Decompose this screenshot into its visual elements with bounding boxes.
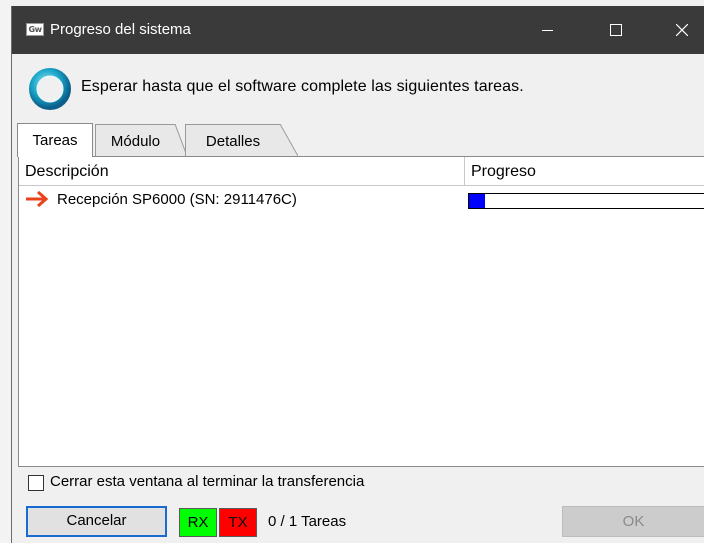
progress-dialog: Gw Progreso del sistema Esperar hasta qu…	[11, 6, 704, 543]
minimize-button[interactable]	[525, 6, 571, 54]
close-button[interactable]	[659, 6, 704, 54]
tab-label: Tareas	[32, 132, 78, 149]
task-description: Recepción SP6000 (SN: 2911476C)	[57, 191, 297, 208]
task-counter: 0 / 1 Tareas	[268, 513, 347, 530]
app-logo-icon: Gw	[26, 23, 44, 36]
tab-modulo[interactable]: Módulo	[95, 124, 175, 156]
table-header: Descripción Progreso	[19, 157, 704, 186]
task-table[interactable]: Descripción Progreso Recepción SP6000 (S…	[18, 156, 704, 467]
title-bar[interactable]: Gw Progreso del sistema	[12, 6, 704, 54]
tab-edge	[280, 124, 298, 156]
right-arrow-icon	[26, 191, 49, 207]
close-on-finish-label[interactable]: Cerrar esta ventana al terminar la trans…	[50, 473, 364, 490]
close-icon	[676, 24, 688, 36]
progress-fill	[469, 194, 486, 208]
close-on-finish-checkbox[interactable]	[28, 475, 44, 491]
busy-ring-icon	[29, 68, 71, 110]
tab-tareas[interactable]: Tareas	[17, 123, 93, 157]
tab-label: Módulo	[110, 133, 161, 150]
status-message: Esperar hasta que el software complete l…	[81, 78, 524, 95]
table-row[interactable]: Recepción SP6000 (SN: 2911476C)	[19, 187, 704, 211]
tab-detalles[interactable]: Detalles	[185, 124, 280, 156]
column-header-progress[interactable]: Progreso	[465, 157, 704, 185]
cancel-button[interactable]: Cancelar	[26, 506, 167, 537]
background-window-edge	[0, 0, 11, 543]
window-title: Progreso del sistema	[50, 21, 191, 38]
column-header-description[interactable]: Descripción	[19, 157, 465, 185]
tab-label: Detalles	[205, 133, 261, 150]
task-progress-bar	[468, 193, 704, 209]
rx-indicator: RX	[179, 508, 217, 537]
ok-button: OK	[562, 506, 704, 537]
tx-indicator: TX	[219, 508, 257, 537]
maximize-button[interactable]	[593, 6, 639, 54]
